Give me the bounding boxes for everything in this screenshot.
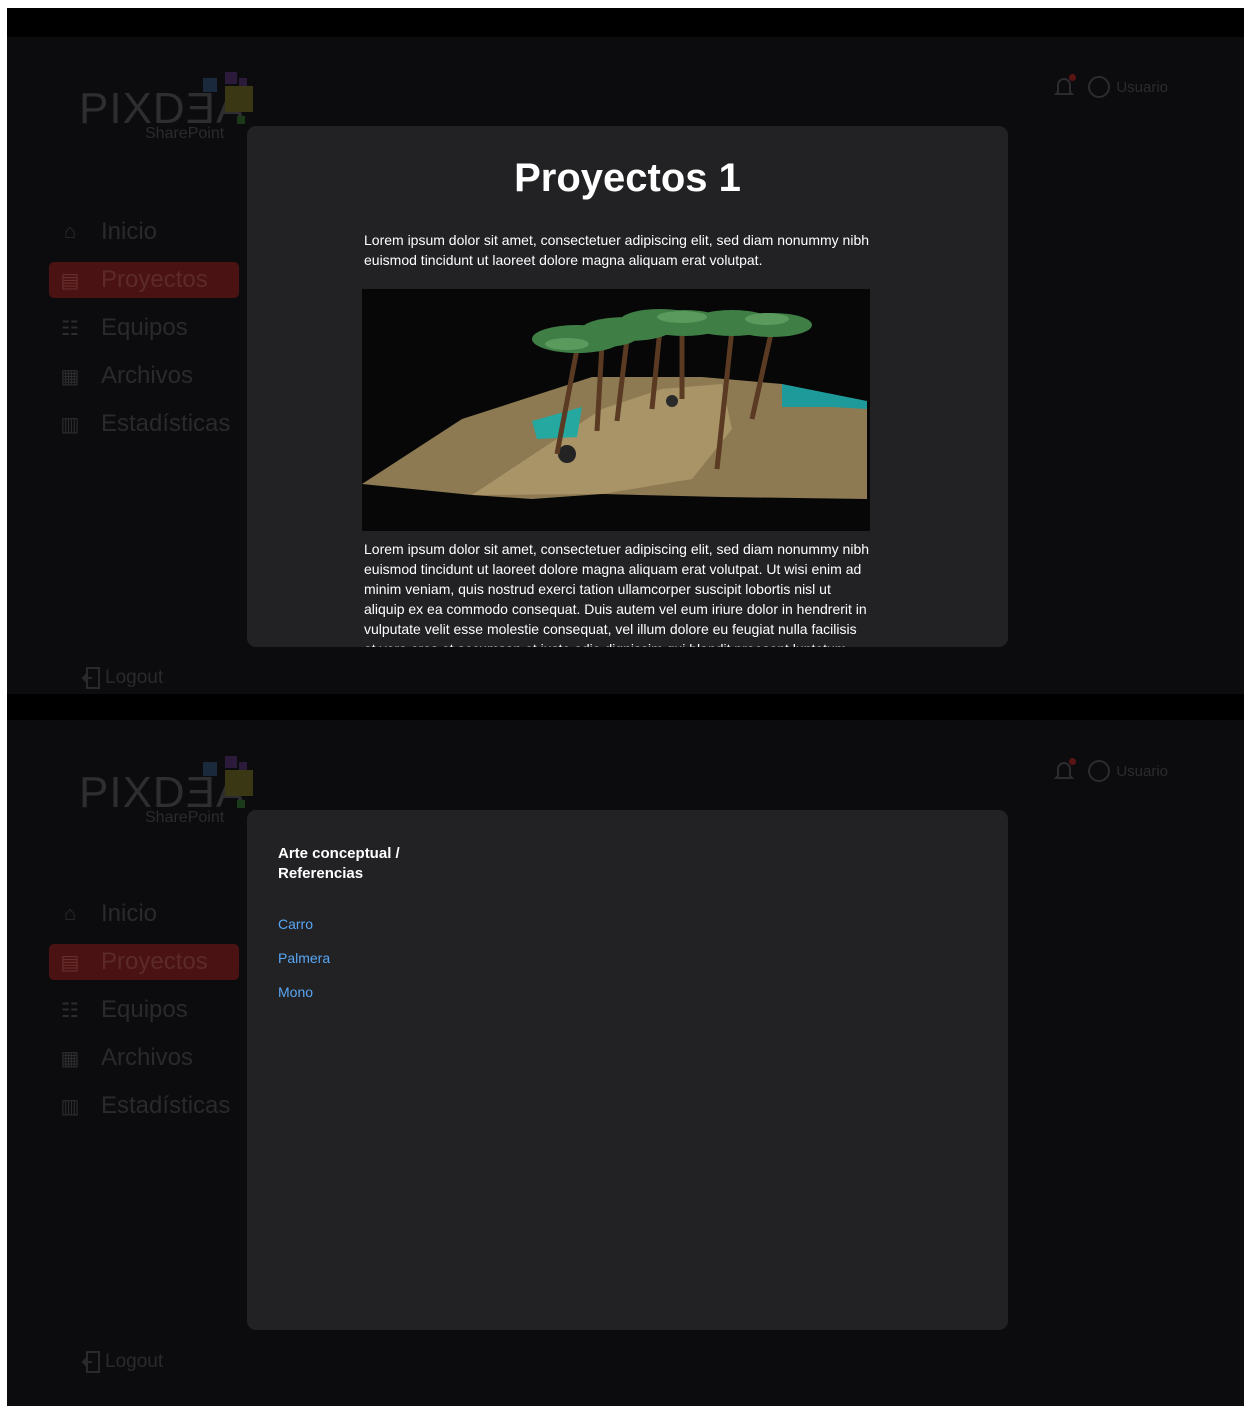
team-icon: ☷ [61, 317, 79, 340]
references-title: Arte conceptual / Referencias [278, 845, 400, 882]
sidebar-item-archivos[interactable]: ▦ Archivos [49, 358, 239, 394]
sidebar-item-label: Estadísticas [101, 1092, 231, 1119]
projects-icon: ▤ [60, 269, 80, 292]
user-icon [1088, 76, 1111, 98]
sidebar-item-label: Estadísticas [101, 410, 231, 437]
screen-project-detail: PIXDƎA SharePoint ⌂ Inicio ▤ Proyectos ☷… [7, 8, 1244, 694]
sidebar-item-label: Proyectos [101, 266, 208, 293]
sidebar-item-proyectos[interactable]: ▤ Proyectos [49, 262, 239, 298]
logout-label: Logout [105, 1351, 164, 1372]
user-menu[interactable]: Usuario [1053, 758, 1168, 782]
brand-logo: PIXDƎA SharePoint [79, 752, 259, 832]
sidebar-nav: ⌂ Inicio ▤ Proyectos ☷ Equipos ▦ Archivo… [49, 896, 239, 1136]
user-menu[interactable]: Usuario [1053, 74, 1168, 98]
notification-dot [1069, 758, 1077, 765]
sidebar-item-label: Archivos [101, 362, 194, 389]
team-icon: ☷ [61, 999, 79, 1022]
files-icon: ▦ [60, 365, 80, 388]
sidebar-item-equipos[interactable]: ☷ Equipos [49, 310, 239, 346]
sidebar-item-inicio[interactable]: ⌂ Inicio [49, 896, 239, 932]
references-modal: Arte conceptual / Referencias Carro Palm… [247, 810, 1008, 1330]
sidebar-item-estadisticas[interactable]: ▥ Estadísticas [49, 1088, 239, 1124]
files-icon: ▦ [60, 1047, 80, 1070]
brand-sub: SharePoint [145, 125, 225, 142]
sidebar-item-proyectos[interactable]: ▤ Proyectos [49, 944, 239, 980]
reference-link-carro[interactable]: Carro [278, 916, 330, 933]
stats-icon: ▥ [60, 1095, 80, 1118]
sidebar-item-estadisticas[interactable]: ▥ Estadísticas [49, 406, 239, 442]
lightbulb-icon [225, 86, 253, 112]
project-modal: Proyectos 1 Lorem ipsum dolor sit amet, … [247, 126, 1008, 647]
project-body: Lorem ipsum dolor sit amet, consectetuer… [364, 541, 870, 647]
sidebar-item-label: Inicio [101, 900, 158, 927]
user-label: Usuario [1116, 762, 1168, 780]
lightbulb-icon [225, 770, 253, 796]
sidebar-item-label: Equipos [101, 314, 188, 341]
sidebar-item-archivos[interactable]: ▦ Archivos [49, 1040, 239, 1076]
project-intro: Lorem ipsum dolor sit amet, consectetuer… [364, 232, 870, 268]
screen-references: PIXDƎA SharePoint ⌂ Inicio ▤ Proyectos ☷… [7, 694, 1244, 1406]
sidebar-item-equipos[interactable]: ☷ Equipos [49, 992, 239, 1028]
reference-link-palmera[interactable]: Palmera [278, 950, 330, 967]
user-label: Usuario [1116, 78, 1168, 96]
brand-logo: PIXDƎA SharePoint [79, 68, 259, 148]
projects-icon: ▤ [60, 951, 80, 974]
sidebar-item-label: Archivos [101, 1044, 194, 1071]
top-black-bar [7, 694, 1244, 720]
sidebar-item-label: Proyectos [101, 948, 208, 975]
bell-icon[interactable] [1053, 74, 1077, 98]
logout-icon [81, 667, 100, 689]
stats-icon: ▥ [60, 413, 80, 436]
references-list: Carro Palmera Mono [278, 916, 330, 1018]
logout-label: Logout [105, 667, 164, 688]
logout-button[interactable]: Logout [81, 1350, 163, 1374]
bell-icon[interactable] [1053, 758, 1077, 782]
sidebar-item-label: Equipos [101, 996, 188, 1023]
logout-icon [81, 1351, 100, 1373]
logout-button[interactable]: Logout [81, 666, 163, 690]
top-black-bar [7, 8, 1244, 37]
brand-sub: SharePoint [145, 809, 225, 826]
home-icon: ⌂ [63, 220, 77, 243]
project-image [362, 289, 870, 531]
sidebar-item-inicio[interactable]: ⌂ Inicio [49, 214, 239, 250]
reference-link-mono[interactable]: Mono [278, 984, 330, 1001]
home-icon: ⌂ [63, 902, 77, 925]
project-title: Proyectos 1 [514, 156, 741, 200]
notification-dot [1069, 74, 1077, 81]
user-icon [1088, 760, 1111, 782]
sidebar-nav: ⌂ Inicio ▤ Proyectos ☷ Equipos ▦ Archivo… [49, 214, 239, 454]
sidebar-item-label: Inicio [101, 218, 158, 245]
